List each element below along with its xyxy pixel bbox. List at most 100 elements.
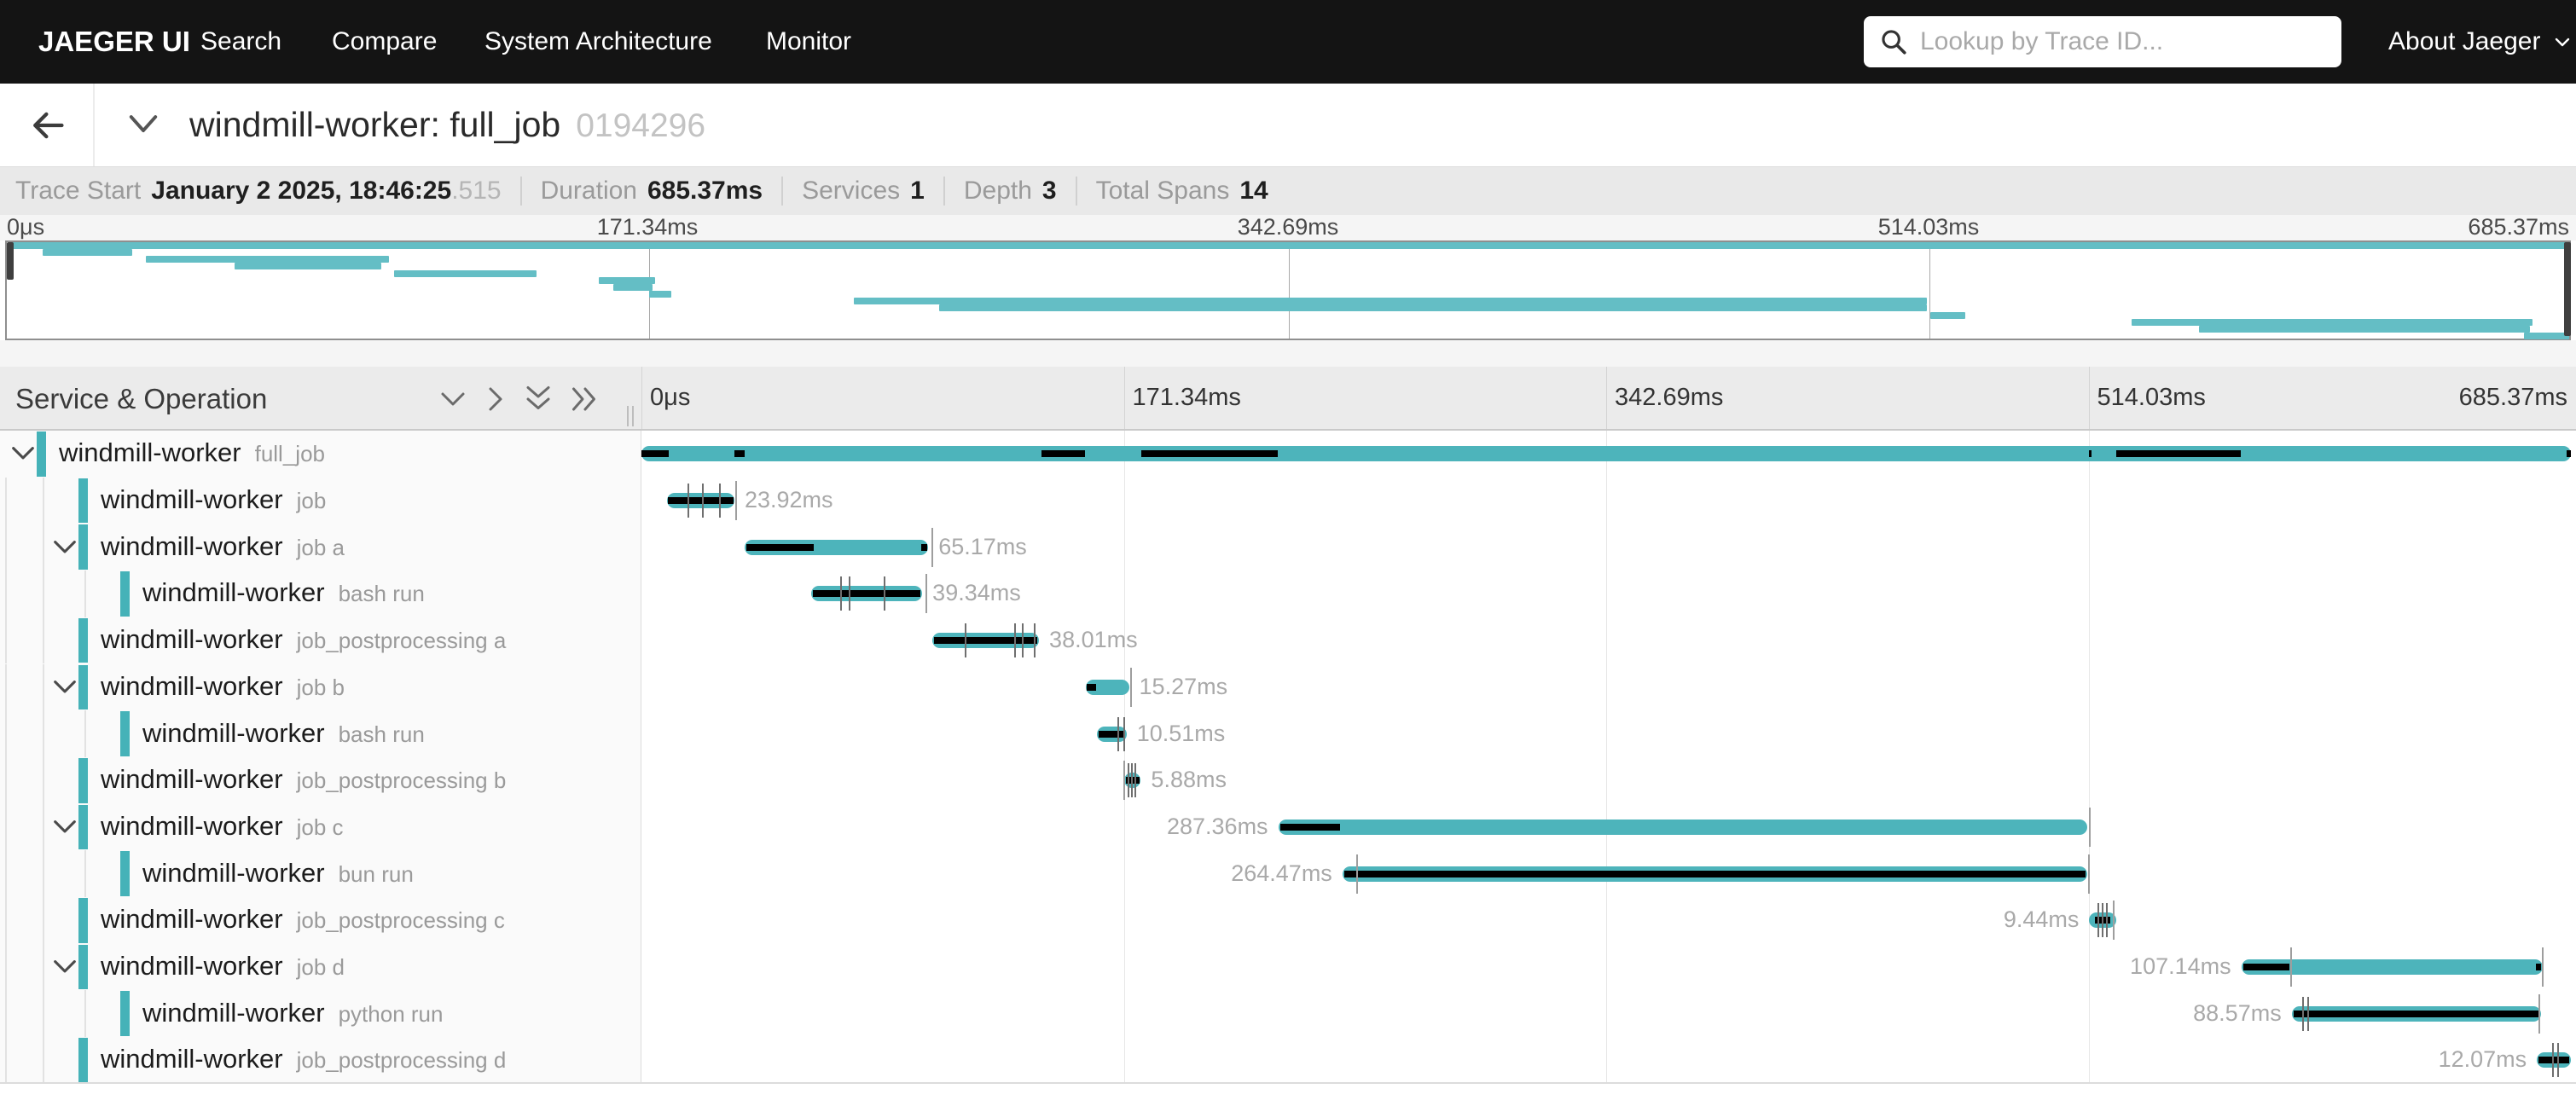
timeline-gridline: [2089, 367, 2090, 429]
self-time-segment: [641, 450, 669, 457]
service-name[interactable]: windmill-workerfull_job: [59, 437, 325, 468]
summary-value: 685.37ms: [647, 177, 763, 206]
minimap-span-bar: [394, 270, 536, 277]
span-collapse-toggle[interactable]: [50, 957, 79, 982]
service-accent-bar: [78, 524, 88, 570]
service-accent-bar: [78, 1038, 88, 1083]
trace-minimap[interactable]: [5, 240, 2571, 340]
service-name[interactable]: windmill-workerbash run: [142, 718, 425, 749]
span-bar[interactable]: [1279, 820, 2087, 835]
minimap-span-bar: [613, 284, 653, 291]
span-row[interactable]: windmill-workerbash run 39.34ms: [0, 570, 2576, 617]
operation-name: job_postprocessing c: [297, 907, 505, 933]
span-row[interactable]: windmill-workerjob_postprocessing a38.01…: [0, 617, 2576, 664]
expand-all-button[interactable]: [570, 367, 600, 431]
span-edge-marker: [1123, 761, 1125, 800]
summary-value: 3: [1042, 177, 1057, 206]
service-operation-header: Service & Operation: [15, 367, 267, 431]
trace-summary-bar: Trace StartJanuary 2 2025, 18:46:25.515D…: [0, 166, 2576, 215]
service-name[interactable]: windmill-workerjob c: [101, 811, 344, 842]
nav-item-compare[interactable]: Compare: [332, 0, 437, 84]
log-marker: [2097, 903, 2099, 937]
indent-guide: [5, 478, 7, 524]
divider: [781, 177, 783, 206]
span-row[interactable]: windmill-workerjob d107.14ms: [0, 944, 2576, 991]
minimap-span-bar: [2132, 319, 2532, 326]
span-row[interactable]: windmill-workerjob b15.27ms: [0, 664, 2576, 711]
nav-item-monitor[interactable]: Monitor: [766, 0, 851, 84]
service-name[interactable]: windmill-workerbash run: [142, 577, 425, 608]
minimap-left-scrubber[interactable]: [7, 242, 14, 280]
span-row[interactable]: windmill-workerbash run10.51ms: [0, 710, 2576, 757]
operation-name: job a: [297, 535, 345, 560]
span-row[interactable]: windmill-workerjob a65.17ms: [0, 524, 2576, 570]
nav-item-system-architecture[interactable]: System Architecture: [484, 0, 712, 84]
collapse-all-button[interactable]: [523, 367, 554, 431]
log-marker: [884, 576, 885, 611]
service-name[interactable]: windmill-workerjob_postprocessing c: [101, 904, 505, 935]
indent-guide: [43, 944, 44, 991]
chevron-down-icon: [50, 537, 79, 558]
span-row[interactable]: windmill-workerjob c287.36ms: [0, 804, 2576, 851]
operation-name: job_postprocessing b: [297, 767, 507, 793]
back-button[interactable]: [24, 104, 72, 147]
span-edge-marker: [2088, 854, 2090, 894]
service-name[interactable]: windmill-workerjob_postprocessing b: [101, 764, 506, 795]
timeline-header: Service & Operation 0μs171.34ms342.69ms5…: [0, 367, 2576, 431]
log-marker: [1022, 623, 1024, 657]
service-name[interactable]: windmill-workerjob d: [101, 951, 345, 982]
span-row[interactable]: windmill-workerjob23.92ms: [0, 478, 2576, 524]
jaeger-logo[interactable]: JAEGER UI: [38, 0, 190, 84]
span-collapse-toggle[interactable]: [50, 537, 79, 562]
span-bar[interactable]: [641, 446, 2571, 461]
service-name[interactable]: windmill-workerjob b: [101, 671, 345, 702]
span-row[interactable]: windmill-workerjob_postprocessing c9.44m…: [0, 897, 2576, 944]
log-marker: [702, 484, 704, 518]
self-time-segment: [1087, 684, 1096, 691]
span-edge-marker: [2113, 901, 2115, 940]
page-title: windmill-worker: full_job0194296: [189, 84, 705, 166]
log-marker: [1134, 763, 1136, 797]
service-accent-bar: [37, 431, 46, 477]
timeline-tick-label: 0μs: [650, 367, 690, 429]
chevron-down-icon: [50, 677, 79, 698]
indent-guide: [5, 757, 7, 804]
indent-guide: [5, 617, 7, 664]
service-name[interactable]: windmill-workerjob_postprocessing d: [101, 1044, 506, 1074]
collapse-trace-header-button[interactable]: [125, 111, 162, 142]
minimap-right-scrubber[interactable]: [2564, 242, 2571, 336]
collapse-one-button[interactable]: [438, 367, 468, 431]
indent-guide: [43, 617, 44, 664]
trace-id-search[interactable]: Lookup by Trace ID...: [1864, 16, 2341, 67]
service-name[interactable]: windmill-workerjob a: [101, 531, 345, 562]
divider: [520, 177, 522, 206]
span-collapse-toggle[interactable]: [50, 677, 79, 702]
span-collapse-toggle[interactable]: [9, 443, 38, 468]
span-collapse-toggle[interactable]: [50, 817, 79, 842]
service-name[interactable]: windmill-workerbun run: [142, 858, 414, 889]
about-jaeger-menu[interactable]: About Jaeger: [2388, 0, 2573, 84]
span-edge-marker: [1130, 668, 1132, 707]
span-duration-label: 39.34ms: [932, 580, 1021, 606]
operation-name: job d: [297, 954, 345, 980]
operation-name: job: [297, 488, 327, 513]
service-accent-bar: [78, 665, 88, 710]
service-name[interactable]: windmill-workerjob: [101, 484, 326, 515]
span-row[interactable]: windmill-workerjob_postprocessing d12.07…: [0, 1037, 2576, 1084]
column-resize-handle[interactable]: [627, 406, 639, 426]
service-name[interactable]: windmill-workerjob_postprocessing a: [101, 624, 506, 655]
nav-item-search[interactable]: Search: [200, 0, 281, 84]
indent-guide: [43, 710, 44, 757]
expand-one-button[interactable]: [483, 367, 508, 431]
trace-title-bar: windmill-worker: full_job0194296 ?: [0, 84, 2576, 166]
operation-name: python run: [339, 1001, 444, 1027]
column-divider: [641, 367, 642, 429]
log-marker: [1117, 717, 1119, 751]
span-row[interactable]: windmill-workerbun run264.47ms: [0, 850, 2576, 897]
span-row[interactable]: windmill-workerfull_job: [0, 431, 2576, 478]
span-row[interactable]: windmill-workerjob_postprocessing b5.88m…: [0, 757, 2576, 804]
span-row[interactable]: windmill-workerpython run88.57ms: [0, 990, 2576, 1037]
service-name[interactable]: windmill-workerpython run: [142, 998, 443, 1028]
minimap-tick-label: 171.34ms: [597, 214, 699, 240]
indent-guide: [5, 850, 7, 897]
